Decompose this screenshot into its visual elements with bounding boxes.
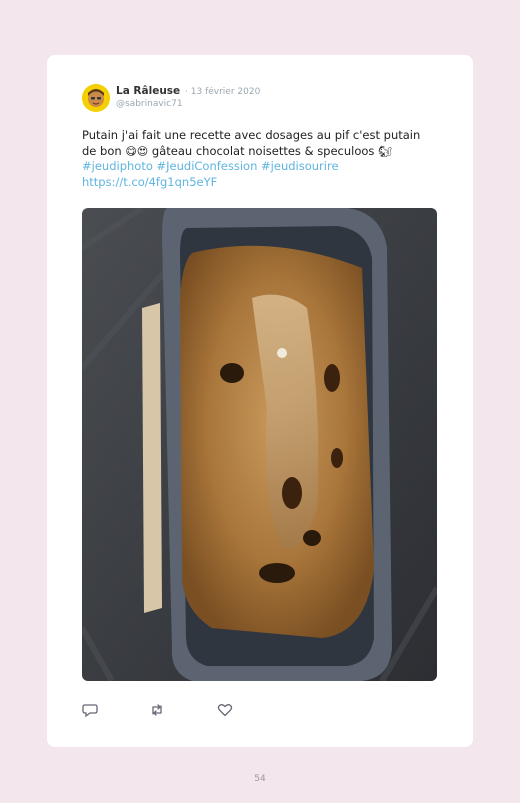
tweet-text-line2a: de bon [82, 143, 126, 158]
retweet-button[interactable] [149, 702, 165, 718]
retweet-icon [152, 704, 162, 716]
speech-bubble-icon [82, 704, 98, 718]
hashtags[interactable]: #jeudiphoto #JeudiConfession #jeudisouri… [82, 159, 339, 173]
tweet-link[interactable]: https://t.co/4fg1qn5eYF [82, 175, 217, 189]
tweet-date: · 13 février 2020 [182, 87, 261, 97]
avatar[interactable] [82, 84, 110, 112]
avatar-emoji-icon [82, 84, 110, 112]
heart-icon [217, 704, 233, 717]
tweet-text-line1: Putain j'ai fait une recette avec dosage… [82, 128, 421, 142]
chipmunk-emoji-icon: 🐿 [378, 144, 393, 158]
reply-button[interactable] [82, 702, 98, 718]
tweet-text-line2b: gâteau chocolat noisettes & speculoos [148, 143, 379, 158]
author-name[interactable]: La Râleuse [116, 85, 180, 97]
tweet-card: La Râleuse · 13 février 2020 @sabrinavic… [47, 55, 473, 747]
like-button[interactable] [217, 702, 233, 718]
heart-eyes-emoji-icon: 😍 [136, 144, 149, 158]
author-handle[interactable]: @sabrinavic71 [116, 99, 183, 109]
tweet-text: Putain j'ai fait une recette avec dosage… [82, 128, 432, 190]
yum-emoji-icon: 😋 [125, 144, 137, 158]
page-number: 54 [254, 774, 266, 784]
tweet-photo[interactable] [82, 208, 437, 681]
author-line: La Râleuse · 13 février 2020 [116, 85, 260, 97]
cake-photo-image [82, 208, 437, 681]
